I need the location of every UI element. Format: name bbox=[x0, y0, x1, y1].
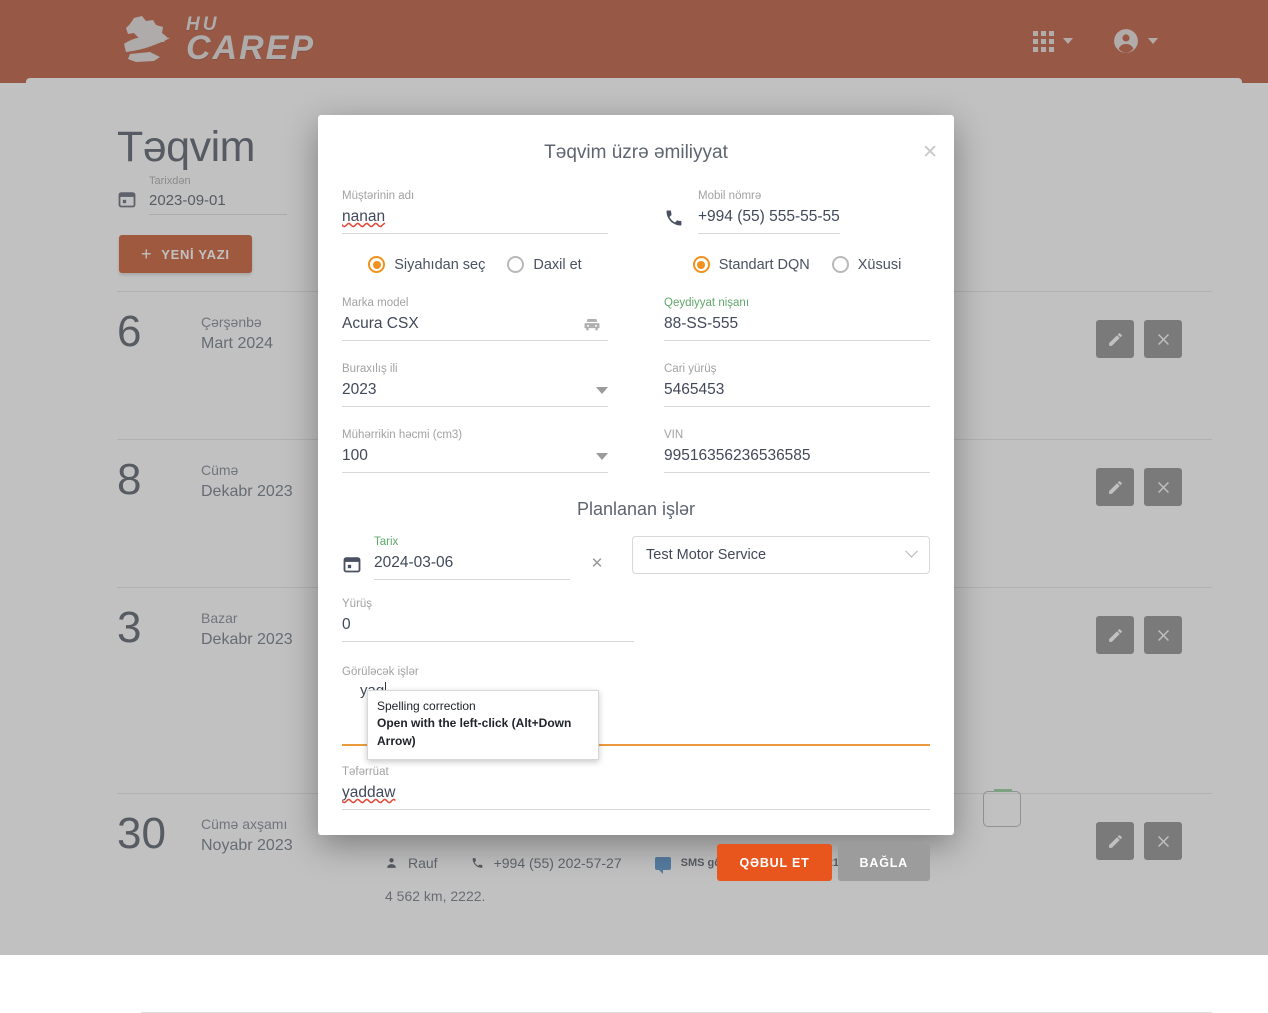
vin-label: VIN bbox=[664, 429, 930, 441]
modal-footer-buttons: QƏBUL ET BAĞLA bbox=[342, 844, 930, 881]
radio-label: Standart DQN bbox=[719, 257, 810, 273]
spelling-correction-tooltip: Spelling correction Open with the left-c… bbox=[367, 690, 599, 760]
radio-indicator-selected bbox=[368, 256, 385, 273]
modal-title: Təqvim üzrə əmiliyyat bbox=[342, 115, 930, 164]
radio-siyahidan-sec[interactable]: Siyahıdan seç bbox=[368, 256, 485, 273]
radio-label: Siyahıdan seç bbox=[394, 257, 485, 273]
year-field[interactable]: Buraxılış ili 2023 bbox=[342, 363, 608, 407]
plate-type-radio-group: Standart DQN Xüsusi bbox=[664, 256, 930, 273]
mobile-label: Mobil nömrə bbox=[698, 190, 840, 202]
service-select[interactable]: Test Motor Service bbox=[632, 536, 930, 574]
mileage-field[interactable]: Yürüş 0 bbox=[342, 598, 634, 642]
vin-input[interactable]: 99516356236536585 bbox=[664, 447, 930, 465]
current-mileage-input[interactable]: 5465453 bbox=[664, 381, 930, 399]
current-mileage-label: Cari yürüş bbox=[664, 363, 930, 375]
engine-select-value[interactable]: 100 bbox=[342, 447, 586, 465]
works-label: Görüləcək işlər bbox=[342, 666, 930, 678]
radio-xususi[interactable]: Xüsusi bbox=[832, 256, 902, 273]
date-input[interactable]: 2024-03-06 bbox=[374, 554, 570, 572]
modal-left-column: Müştərinin adı nanan Siyahıdan seç Daxil… bbox=[342, 190, 608, 495]
marka-model-label: Marka model bbox=[342, 297, 608, 309]
caret-down-icon[interactable] bbox=[596, 453, 608, 460]
vin-field[interactable]: VIN 99516356236536585 bbox=[664, 429, 930, 473]
marka-model-input[interactable]: Acura CSX bbox=[342, 315, 562, 333]
tooltip-line-1: Spelling correction bbox=[377, 698, 589, 715]
phone-icon bbox=[664, 208, 684, 228]
radio-label: Xüsusi bbox=[858, 257, 902, 273]
clear-date-button[interactable]: ✕ bbox=[582, 548, 612, 578]
mobile-field[interactable]: Mobil nömrə +994 (55) 555-55-55 bbox=[664, 190, 930, 234]
planned-works-section-title: Planlanan işlər bbox=[342, 499, 930, 520]
details-field[interactable]: Təfərrüat yaddaw bbox=[342, 766, 930, 810]
modal-top-columns: Müştərinin adı nanan Siyahıdan seç Daxil… bbox=[342, 190, 930, 495]
details-label: Təfərrüat bbox=[342, 766, 930, 778]
radio-indicator bbox=[507, 256, 524, 273]
car-icon bbox=[582, 314, 602, 334]
engine-label: Mühərrikin həcmi (cm3) bbox=[342, 429, 608, 441]
radio-label: Daxil et bbox=[533, 257, 581, 273]
service-select-value: Test Motor Service bbox=[646, 547, 766, 563]
tooltip-line-2: Open with the left-click (Alt+Down Arrow… bbox=[377, 715, 589, 750]
calendar-icon bbox=[342, 554, 362, 574]
radio-daxil-et[interactable]: Daxil et bbox=[507, 256, 581, 273]
modal-right-column: Mobil nömrə +994 (55) 555-55-55 Standart… bbox=[664, 190, 930, 495]
customer-name-input[interactable]: nanan bbox=[342, 208, 608, 226]
current-mileage-field[interactable]: Cari yürüş 5465453 bbox=[664, 363, 930, 407]
caret-down-icon[interactable] bbox=[596, 387, 608, 394]
mileage-input[interactable]: 0 bbox=[342, 616, 634, 634]
radio-indicator-selected bbox=[693, 256, 710, 273]
chevron-down-icon bbox=[905, 544, 918, 557]
mileage-label: Yürüş bbox=[342, 598, 634, 610]
marka-model-field[interactable]: Marka model Acura CSX bbox=[342, 297, 608, 341]
date-field[interactable]: Tarix 2024-03-06 ✕ bbox=[342, 536, 612, 580]
calendar-operation-modal: ✕ Təqvim üzrə əmiliyyat Müştərinin adı n… bbox=[318, 115, 954, 835]
plate-label: Qeydiyyat nişanı bbox=[664, 297, 930, 309]
details-input[interactable]: yaddaw bbox=[342, 784, 930, 802]
engine-field[interactable]: Mühərrikin həcmi (cm3) 100 bbox=[342, 429, 608, 473]
close-button[interactable]: BAĞLA bbox=[838, 844, 930, 881]
plate-input[interactable]: 88-SS-555 bbox=[664, 315, 930, 333]
customer-name-label: Müştərinin adı bbox=[342, 190, 608, 202]
year-label: Buraxılış ili bbox=[342, 363, 608, 375]
works-textarea-wrapper: Görüləcək işlər yaq Spelling correction … bbox=[342, 666, 930, 746]
source-radio-group: Siyahıdan seç Daxil et bbox=[342, 256, 608, 273]
planned-works-row: Tarix 2024-03-06 ✕ Test Motor Service bbox=[342, 536, 930, 580]
mobile-input[interactable]: +994 (55) 555-55-55 bbox=[698, 208, 840, 226]
date-label: Tarix bbox=[374, 536, 570, 548]
customer-name-field[interactable]: Müştərinin adı nanan bbox=[342, 190, 608, 234]
modal-close-button[interactable]: ✕ bbox=[922, 143, 938, 162]
radio-standart-dqn[interactable]: Standart DQN bbox=[693, 256, 810, 273]
accept-button[interactable]: QƏBUL ET bbox=[717, 844, 831, 881]
year-select-value[interactable]: 2023 bbox=[342, 381, 586, 399]
plate-field[interactable]: Qeydiyyat nişanı 88-SS-555 bbox=[664, 297, 930, 341]
radio-indicator bbox=[832, 256, 849, 273]
